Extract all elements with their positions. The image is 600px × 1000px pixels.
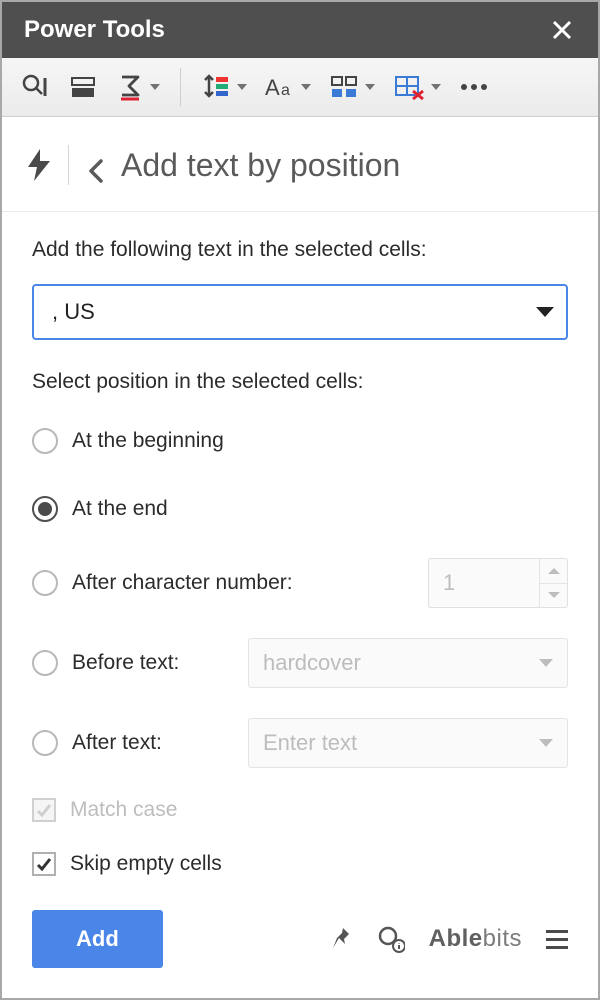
- svg-text:A: A: [265, 75, 280, 100]
- toolbar-clear-dropdown[interactable]: [389, 66, 445, 108]
- check-icon: [35, 855, 53, 873]
- radio-label-end: At the end: [72, 497, 168, 521]
- pin-button[interactable]: [329, 926, 353, 952]
- hamburger-line: [546, 938, 568, 941]
- brand-label: Ablebits: [429, 925, 522, 953]
- number-spinner: [539, 559, 567, 607]
- radio-row-after-text: After text: Enter text: [32, 718, 568, 768]
- bolt-icon: [28, 149, 50, 181]
- text-to-add-combo[interactable]: [32, 284, 568, 340]
- spin-up-button[interactable]: [540, 559, 567, 584]
- before-text-input[interactable]: hardcover: [248, 638, 568, 688]
- check-icon: [35, 801, 53, 819]
- toolbar-more-button[interactable]: [455, 66, 493, 108]
- text-prompt-label: Add the following text in the selected c…: [32, 238, 568, 262]
- toolbar-separator: [180, 68, 181, 106]
- toolbar-text-dropdown[interactable]: A a: [261, 66, 315, 108]
- app-title: Power Tools: [24, 16, 165, 44]
- split-cells-icon: [329, 73, 359, 101]
- sigma-underline-icon: [116, 73, 144, 101]
- radio-after-char[interactable]: [32, 570, 58, 596]
- radio-row-after-char: After character number: 1: [32, 558, 568, 608]
- after-char-value: 1: [429, 559, 539, 607]
- radio-before-text[interactable]: [32, 650, 58, 676]
- brand-light: bits: [483, 925, 522, 952]
- chevron-left-icon: [87, 157, 105, 185]
- toolbar-split-dropdown[interactable]: [325, 66, 379, 108]
- radio-at-beginning[interactable]: [32, 428, 58, 454]
- spin-down-button[interactable]: [540, 584, 567, 608]
- radio-label-after-char: After character number:: [72, 571, 293, 595]
- section-header: Add text by position: [2, 117, 598, 212]
- radio-label-before-text: Before text:: [72, 651, 179, 675]
- text-to-add-dropdown-arrow[interactable]: [524, 307, 566, 317]
- text-to-add-input[interactable]: [34, 299, 524, 325]
- chevron-down-icon: [539, 659, 553, 667]
- position-radio-group: At the beginning At the end After charac…: [32, 422, 568, 768]
- chevron-down-icon: [237, 84, 247, 90]
- radio-label-after-text: After text:: [72, 731, 162, 755]
- triangle-down-icon: [548, 592, 560, 598]
- hamburger-line: [546, 930, 568, 933]
- check-row-match-case: Match case: [32, 798, 568, 822]
- separator: [68, 145, 69, 185]
- check-row-skip-empty: Skip empty cells: [32, 852, 568, 876]
- chevron-down-icon: [431, 84, 441, 90]
- magnifier-key-icon: [20, 72, 50, 102]
- after-text-input[interactable]: Enter text: [248, 718, 568, 768]
- form-body: Add the following text in the selected c…: [2, 212, 598, 884]
- chevron-down-icon: [150, 84, 160, 90]
- toolbar-sum-dropdown[interactable]: [112, 66, 164, 108]
- ellipsis-icon: [459, 81, 489, 93]
- checkbox-skip-empty[interactable]: [32, 852, 56, 876]
- table-clear-icon: [393, 73, 425, 101]
- footer-right: Ablebits: [329, 925, 568, 953]
- footer: Add Ablebits: [2, 884, 598, 998]
- toolbar-sort-dropdown[interactable]: [197, 66, 251, 108]
- check-label-match-case: Match case: [70, 798, 177, 822]
- sort-color-icon: [201, 72, 231, 102]
- title-bar: Power Tools: [2, 2, 598, 58]
- hamburger-line: [546, 946, 568, 949]
- text-case-icon: A a: [265, 73, 295, 101]
- before-text-placeholder: hardcover: [263, 650, 531, 676]
- brand-bold: Able: [429, 925, 483, 952]
- radio-row-before-text: Before text: hardcover: [32, 638, 568, 688]
- toolbar-dedupe-button[interactable]: [16, 66, 54, 108]
- toolbar: A a: [2, 58, 598, 117]
- toolbar-merge-button[interactable]: [64, 66, 102, 108]
- close-icon: [551, 19, 573, 41]
- after-text-placeholder: Enter text: [263, 730, 531, 756]
- triangle-up-icon: [548, 568, 560, 574]
- svg-text:a: a: [281, 82, 290, 99]
- menu-button[interactable]: [546, 930, 568, 949]
- chevron-down-icon: [365, 84, 375, 90]
- add-button[interactable]: Add: [32, 910, 163, 968]
- radio-after-text[interactable]: [32, 730, 58, 756]
- section-title: Add text by position: [121, 147, 400, 184]
- magnifier-info-icon: [377, 925, 405, 953]
- radio-row-beginning: At the beginning: [32, 422, 568, 460]
- pin-icon: [329, 926, 353, 952]
- check-label-skip-empty: Skip empty cells: [70, 852, 222, 876]
- chevron-down-icon: [536, 307, 554, 317]
- merge-icon: [68, 72, 98, 102]
- close-button[interactable]: [548, 16, 576, 44]
- app-frame: Power Tools: [0, 0, 600, 1000]
- back-button[interactable]: [87, 157, 103, 173]
- position-prompt-label: Select position in the selected cells:: [32, 370, 568, 394]
- radio-at-end[interactable]: [32, 496, 58, 522]
- checkbox-match-case: [32, 798, 56, 822]
- help-button[interactable]: [377, 925, 405, 953]
- chevron-down-icon: [539, 739, 553, 747]
- after-char-number-input[interactable]: 1: [428, 558, 568, 608]
- radio-row-end: At the end: [32, 490, 568, 528]
- chevron-down-icon: [301, 84, 311, 90]
- radio-label-beginning: At the beginning: [72, 429, 224, 453]
